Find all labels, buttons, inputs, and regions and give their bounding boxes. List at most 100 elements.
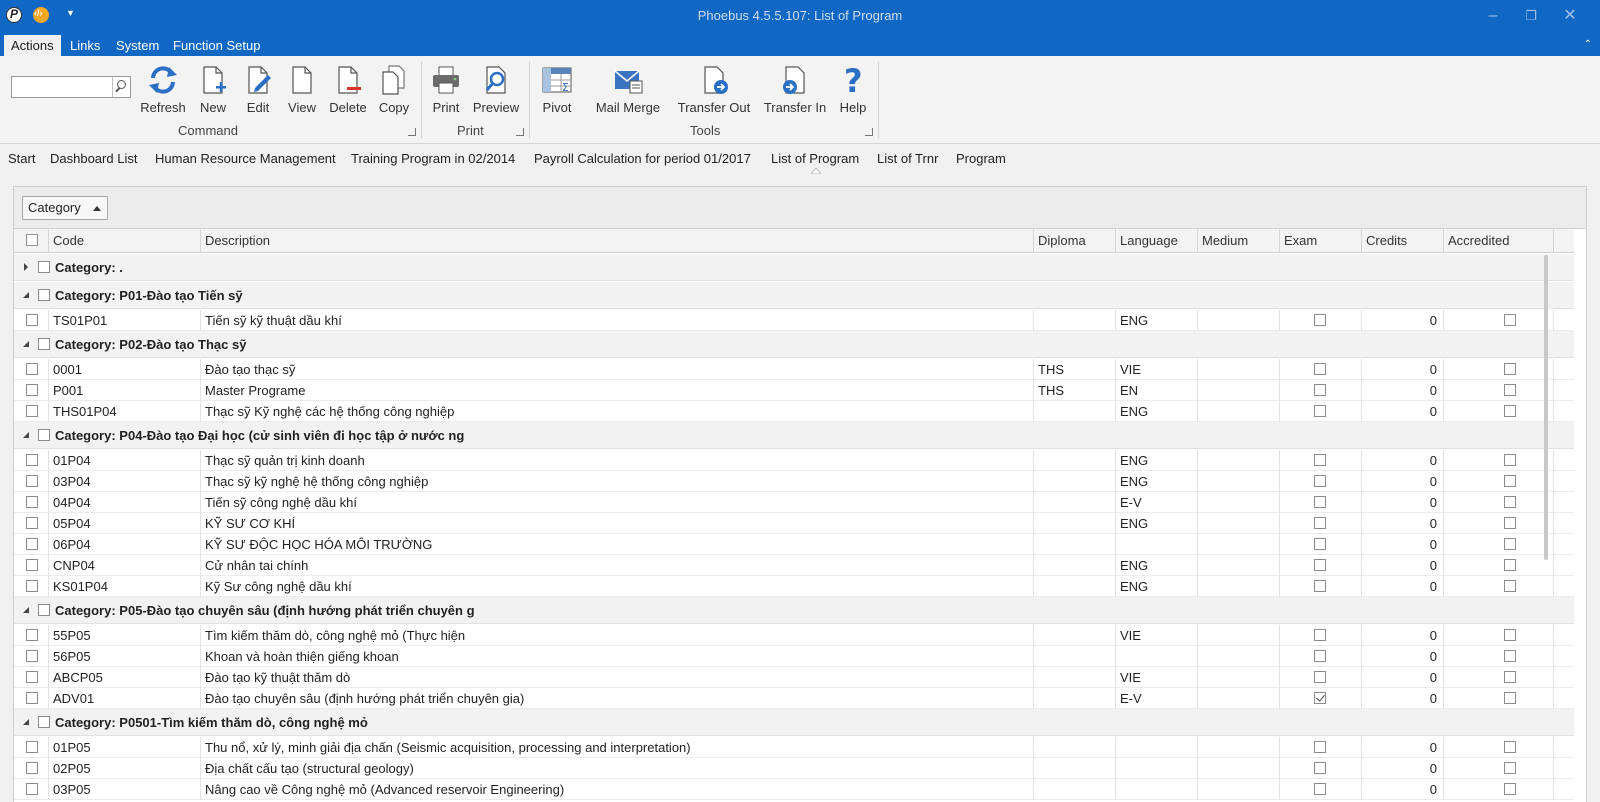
cell-language[interactable] <box>1116 758 1198 779</box>
row-select-checkbox[interactable] <box>26 580 38 592</box>
cell-medium[interactable] <box>1198 380 1280 401</box>
column-header-accredited[interactable]: Accredited <box>1444 229 1554 253</box>
row-select-checkbox[interactable] <box>26 517 38 529</box>
cell-language[interactable] <box>1116 534 1198 555</box>
cell-code[interactable]: THS01P04 <box>49 401 201 422</box>
cell-description[interactable]: KỸ SƯ ĐỘC HỌC HÓA MÔI TRƯỜNG <box>201 534 1034 555</box>
accredited-checkbox[interactable] <box>1504 580 1516 592</box>
cell-language[interactable]: ENG <box>1116 513 1198 534</box>
row-select-checkbox[interactable] <box>26 650 38 662</box>
cell-description[interactable]: Địa chất cấu tạo (structural geology) <box>201 758 1034 779</box>
restore-icon[interactable]: ❐ <box>1516 5 1546 27</box>
cell-medium[interactable] <box>1198 310 1280 331</box>
command-group-launcher-icon[interactable] <box>408 128 416 136</box>
cell-diploma[interactable] <box>1034 758 1116 779</box>
collapse-arrow-icon[interactable] <box>22 606 30 614</box>
cell-credits[interactable]: 0 <box>1362 625 1444 646</box>
exam-checkbox[interactable] <box>1314 650 1326 662</box>
group-checkbox[interactable] <box>38 261 50 273</box>
cell-diploma[interactable] <box>1034 492 1116 513</box>
cell-credits[interactable]: 0 <box>1362 359 1444 380</box>
table-row[interactable]: 55P05 Tìm kiếm thăm dò, công nghệ mỏ (Thự… <box>14 625 1574 646</box>
cell-code[interactable]: 06P04 <box>49 534 201 555</box>
select-all-checkbox[interactable] <box>26 234 38 246</box>
search-input[interactable] <box>12 77 112 97</box>
exam-checkbox[interactable] <box>1314 692 1326 704</box>
cell-description[interactable]: Tiến sỹ công nghệ dầu khí <box>201 492 1034 513</box>
accredited-checkbox[interactable] <box>1504 314 1516 326</box>
cell-medium[interactable] <box>1198 359 1280 380</box>
collapse-arrow-icon[interactable] <box>22 291 30 299</box>
cell-language[interactable] <box>1116 737 1198 758</box>
cell-medium[interactable] <box>1198 688 1280 709</box>
cell-credits[interactable]: 0 <box>1362 513 1444 534</box>
accredited-checkbox[interactable] <box>1504 650 1516 662</box>
cell-description[interactable]: KỸ SƯ CƠ KHÍ <box>201 513 1034 534</box>
exam-checkbox[interactable] <box>1314 384 1326 396</box>
cell-credits[interactable]: 0 <box>1362 450 1444 471</box>
doc-tab-human-resource-management[interactable]: Human Resource Management <box>155 151 336 166</box>
minimize-icon[interactable]: – <box>1478 5 1508 27</box>
exam-checkbox[interactable] <box>1314 363 1326 375</box>
table-row[interactable]: 03P05 Nâng cao về Công nghệ mỏ (Advanced … <box>14 779 1574 800</box>
doc-tab-training-program[interactable]: Training Program in 02/2014 <box>351 151 515 166</box>
transfer-in-button[interactable]: Transfer In <box>760 62 830 118</box>
column-header-credits[interactable]: Credits <box>1362 229 1444 253</box>
accredited-checkbox[interactable] <box>1504 517 1516 529</box>
group-checkbox[interactable] <box>38 429 50 441</box>
cell-language[interactable]: E-V <box>1116 688 1198 709</box>
cell-medium[interactable] <box>1198 401 1280 422</box>
group-row[interactable]: Category: P02-Đào tạo Thạc sỹ <box>14 331 1574 358</box>
exam-checkbox[interactable] <box>1314 559 1326 571</box>
edit-button[interactable]: Edit <box>240 62 276 118</box>
cell-diploma[interactable] <box>1034 534 1116 555</box>
cell-description[interactable]: Kỹ Sư công nghệ dầu khí <box>201 576 1034 597</box>
cell-medium[interactable] <box>1198 737 1280 758</box>
cell-description[interactable]: Master Programe <box>201 380 1034 401</box>
cell-medium[interactable] <box>1198 534 1280 555</box>
cell-diploma[interactable]: THS <box>1034 380 1116 401</box>
cell-language[interactable] <box>1116 779 1198 800</box>
cell-code[interactable]: KS01P04 <box>49 576 201 597</box>
cell-description[interactable]: Đào tạo thạc sỹ <box>201 359 1034 380</box>
exam-checkbox[interactable] <box>1314 405 1326 417</box>
vertical-scrollbar[interactable] <box>1544 255 1548 560</box>
table-row[interactable]: TS01P01 Tiến sỹ kỹ thuật dầu khí ENG 0 <box>14 310 1574 331</box>
doc-tab-list-of-trnr[interactable]: List of Trnr <box>877 151 938 166</box>
cell-diploma[interactable] <box>1034 576 1116 597</box>
group-checkbox[interactable] <box>38 716 50 728</box>
cell-diploma[interactable] <box>1034 667 1116 688</box>
accredited-checkbox[interactable] <box>1504 538 1516 550</box>
accredited-checkbox[interactable] <box>1504 629 1516 641</box>
row-select-checkbox[interactable] <box>26 405 38 417</box>
row-select-checkbox[interactable] <box>26 783 38 795</box>
cell-description[interactable]: Thạc sỹ Kỹ nghệ các hệ thống công nghiệp <box>201 401 1034 422</box>
ribbon-collapse-icon[interactable]: ⌃ <box>1584 39 1592 50</box>
menu-tab-actions[interactable]: Actions <box>4 35 61 56</box>
column-header-description[interactable]: Description <box>201 229 1034 253</box>
doc-tab-program[interactable]: Program <box>956 151 1006 166</box>
delete-button[interactable]: Delete <box>328 62 368 118</box>
exam-checkbox[interactable] <box>1314 454 1326 466</box>
cell-description[interactable]: Cử nhân tai chính <box>201 555 1034 576</box>
cell-description[interactable]: Đào tạo chuyên sâu (định hướng phát triể… <box>201 688 1034 709</box>
cell-code[interactable]: TS01P01 <box>49 310 201 331</box>
accredited-checkbox[interactable] <box>1504 405 1516 417</box>
cell-diploma[interactable] <box>1034 401 1116 422</box>
collapse-arrow-icon[interactable] <box>22 431 30 439</box>
pivot-button[interactable]: Σ Pivot <box>538 62 576 118</box>
cell-language[interactable]: ENG <box>1116 401 1198 422</box>
exam-checkbox[interactable] <box>1314 538 1326 550</box>
cell-credits[interactable]: 0 <box>1362 401 1444 422</box>
group-by-category-chip[interactable]: Category <box>22 196 108 220</box>
cell-medium[interactable] <box>1198 555 1280 576</box>
accredited-checkbox[interactable] <box>1504 475 1516 487</box>
table-row[interactable]: 02P05 Địa chất cấu tạo (structural geolog… <box>14 758 1574 779</box>
row-select-checkbox[interactable] <box>26 384 38 396</box>
cell-credits[interactable]: 0 <box>1362 576 1444 597</box>
group-row[interactable]: Category: . <box>14 254 1574 281</box>
close-icon[interactable]: ✕ <box>1555 5 1585 27</box>
table-row[interactable]: 56P05 Khoan và hoàn thiện giếng khoan 0 <box>14 646 1574 667</box>
cell-code[interactable]: CNP04 <box>49 555 201 576</box>
row-select-checkbox[interactable] <box>26 314 38 326</box>
